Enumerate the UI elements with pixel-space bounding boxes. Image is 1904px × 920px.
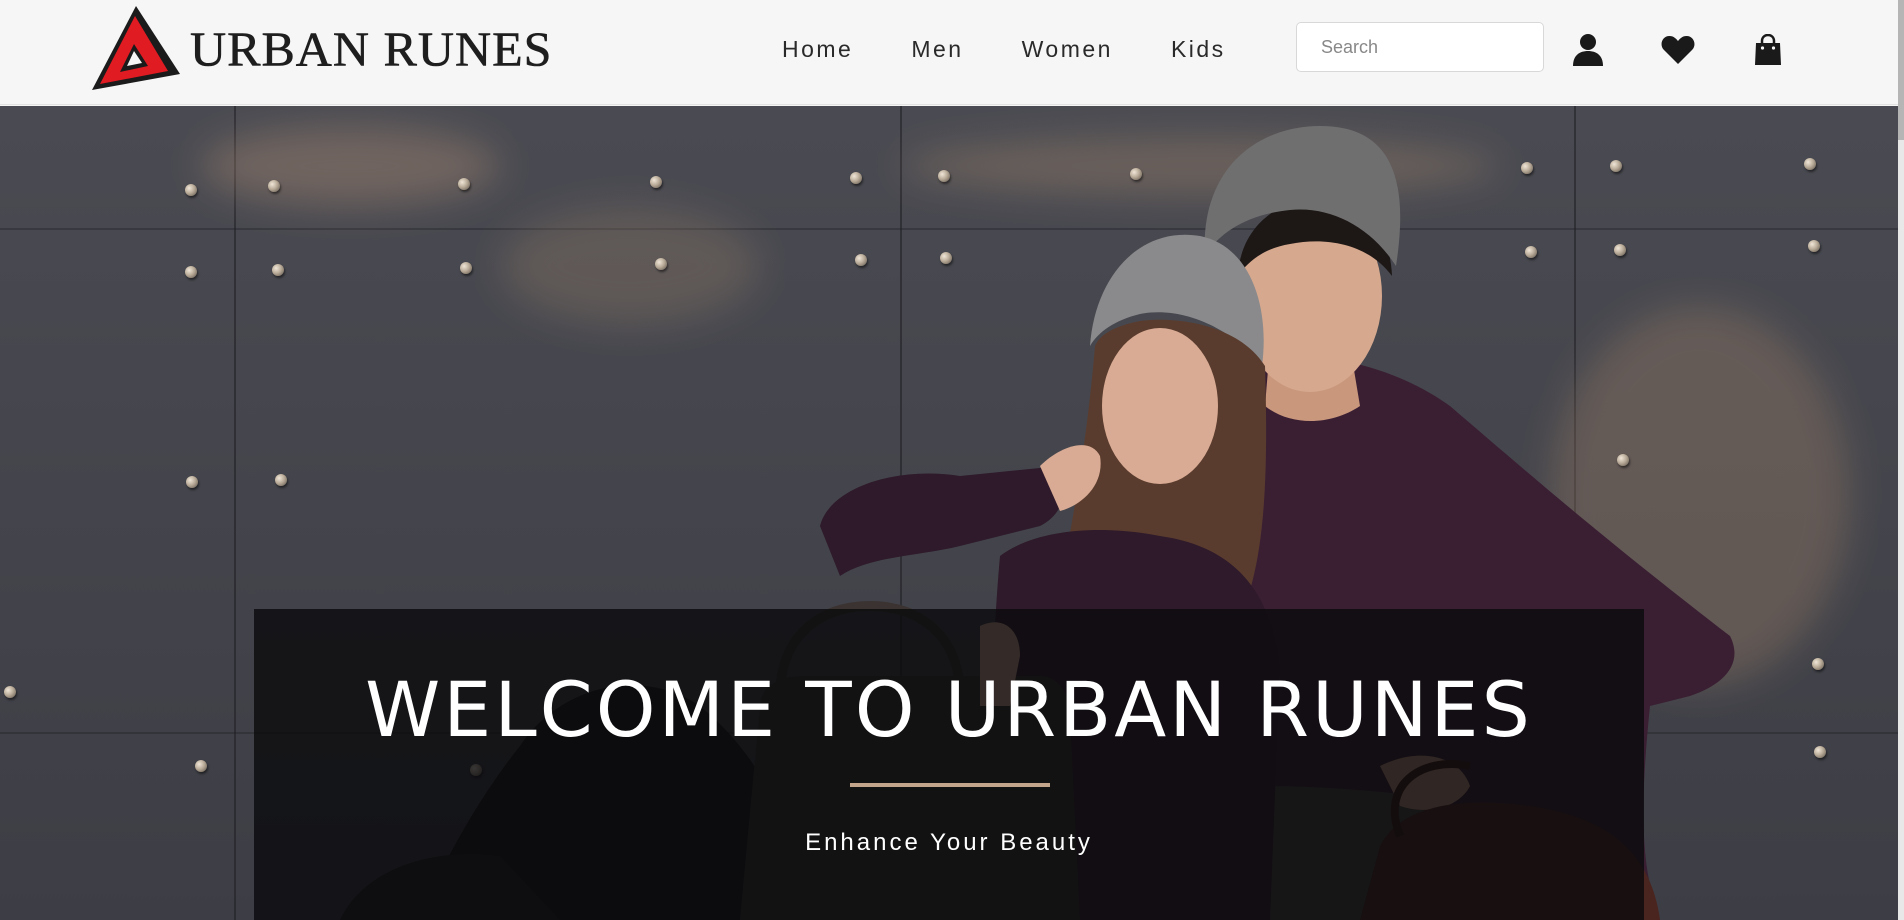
site-header: URBAN RUNES Home Men Women Kids xyxy=(0,0,1904,105)
search-input[interactable] xyxy=(1296,22,1544,72)
page-scrollbar[interactable] xyxy=(1898,0,1904,920)
main-nav: Home Men Women Kids xyxy=(782,30,1226,68)
nav-item-women[interactable]: Women xyxy=(1022,30,1113,68)
nav-item-home[interactable]: Home xyxy=(782,30,853,68)
nav-item-men[interactable]: Men xyxy=(911,30,963,68)
hero-banner: WELCOME TO URBAN RUNES Enhance Your Beau… xyxy=(0,106,1904,920)
hero-caption-box: WELCOME TO URBAN RUNES Enhance Your Beau… xyxy=(254,609,1644,920)
hero-subtitle: Enhance Your Beauty xyxy=(805,829,1093,856)
logo-triangle-icon xyxy=(92,6,180,90)
user-icon xyxy=(1573,34,1603,66)
shopping-bag-icon xyxy=(1755,34,1781,65)
hero-divider xyxy=(850,783,1050,787)
scrollbar-thumb[interactable] xyxy=(1898,0,1904,140)
hero-title: WELCOME TO URBAN RUNES xyxy=(365,665,1533,754)
heart-icon xyxy=(1661,36,1695,64)
nav-item-kids[interactable]: Kids xyxy=(1171,30,1226,68)
brand-name: URBAN RUNES xyxy=(190,21,553,77)
cart-button[interactable] xyxy=(1748,30,1788,70)
brand-logo[interactable]: URBAN RUNES xyxy=(90,4,552,94)
wishlist-button[interactable] xyxy=(1658,30,1698,70)
account-button[interactable] xyxy=(1568,30,1608,70)
